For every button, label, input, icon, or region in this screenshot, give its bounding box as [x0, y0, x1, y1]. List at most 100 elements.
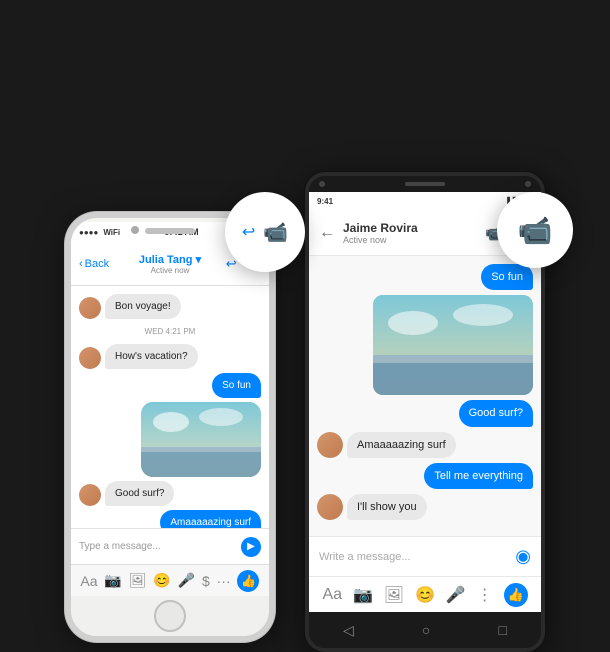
mic-icon[interactable]: 🎤 [178, 572, 195, 589]
iphone-nav-center: Julia Tang ▾ Active now [139, 253, 201, 275]
android-input-placeholder[interactable]: Write a message... [319, 551, 509, 563]
android-sensor [525, 181, 531, 187]
signal-icon: ●●●● [79, 228, 98, 237]
android-toolbar: Aa 📷 🖼 😊 🎤 ⋮ 👍 [309, 576, 541, 612]
iphone-wrapper: ●●●● WiFi 9:41 AM ‹ Back [65, 212, 275, 642]
message-row: I'll show you [317, 494, 533, 520]
image-bubble [373, 295, 533, 395]
video-call-bubble-android[interactable]: 📹 [497, 192, 573, 268]
iphone-chat-area: Bon voyage! WED 4:21 PM How's vacation? … [71, 286, 269, 528]
more-icon[interactable]: ··· [217, 573, 231, 589]
iphone-active-status: Active now [139, 266, 201, 275]
avatar [79, 297, 101, 319]
message-bubble: Amaaaaazing surf [347, 432, 456, 458]
iphone-speaker [145, 228, 195, 234]
contact-avatar [79, 347, 101, 369]
iphone-camera-dot [131, 226, 139, 234]
android-time: 9:41 [317, 197, 333, 206]
message-bubble: How's vacation? [105, 344, 198, 369]
contact-avatar [317, 432, 343, 458]
payment-icon[interactable]: $ [202, 573, 210, 589]
iphone-input-placeholder[interactable]: Type a message... [79, 541, 237, 552]
image-bubble [141, 402, 261, 477]
android-emoji-icon[interactable]: 😊 [415, 585, 435, 605]
message-bubble: So fun [481, 264, 533, 290]
android-mic-icon[interactable]: 🎤 [446, 585, 466, 605]
android-gallery-icon[interactable]: 🖼 [384, 585, 404, 605]
like-button[interactable]: 👍 [237, 570, 259, 592]
message-bubble: I'll show you [347, 494, 427, 520]
message-bubble: Good surf? [459, 400, 533, 426]
android-top-bar [309, 176, 541, 192]
contact-avatar [79, 484, 101, 506]
android-speaker [405, 182, 445, 186]
dropdown-icon: ▾ [196, 254, 202, 266]
message-row-right: So fun [79, 373, 261, 398]
contact-avatar [79, 297, 101, 319]
iphone-home-bar [71, 596, 269, 636]
scene: ●●●● WiFi 9:41 AM ‹ Back [0, 0, 610, 652]
android-recent-nav-icon[interactable]: □ [498, 622, 506, 638]
android-like-button[interactable]: 👍 [504, 583, 528, 607]
video-call-bubble-iphone[interactable]: ↩ 📹 [225, 192, 305, 272]
iphone-input-bar: Type a message... ▶ [71, 528, 269, 564]
avatar [317, 432, 343, 458]
message-row-right: Good surf? [317, 400, 533, 426]
message-row-right: So fun [317, 264, 533, 290]
message-row-right: Tell me everything [317, 463, 533, 489]
iphone-device: ●●●● WiFi 9:41 AM ‹ Back [65, 212, 275, 642]
android-back-nav-icon[interactable]: ◁ [343, 622, 354, 639]
back-label: Back [85, 258, 109, 270]
contact-avatar [317, 494, 343, 520]
message-bubble: Amaaaaazing surf [160, 510, 261, 528]
message-row: Amaaaaazing surf [317, 432, 533, 458]
beach-image [141, 402, 261, 477]
android-more-icon[interactable]: ⋮ [477, 585, 493, 605]
android-text-format-icon[interactable]: Aa [322, 586, 342, 604]
wifi-icon: WiFi [103, 228, 120, 237]
iphone-toolbar: Aa 📷 🖼 😊 🎤 $ ··· 👍 [71, 564, 269, 596]
message-bubble: So fun [212, 373, 261, 398]
image-message-row [317, 295, 533, 395]
camera-icon[interactable]: 📷 [104, 572, 121, 589]
iphone-screen: ●●●● WiFi 9:41 AM ‹ Back [71, 222, 269, 596]
message-row-right: Amaaaaazing surf [79, 510, 261, 528]
gallery-icon[interactable]: 🖼 [129, 572, 147, 589]
message-bubble: Bon voyage! [105, 294, 181, 319]
beach-image-android [373, 295, 533, 395]
android-input-bar: Write a message... ◉ [309, 536, 541, 576]
avatar [79, 484, 101, 506]
android-video-camera-icon: 📹 [518, 214, 553, 247]
iphone-contact-name[interactable]: Julia Tang ▾ [139, 253, 201, 266]
home-button[interactable] [154, 600, 186, 632]
video-camera-icon: 📹 [263, 220, 288, 245]
chevron-left-icon: ‹ [79, 258, 83, 270]
android-active-status: Active now [343, 235, 477, 245]
message-bubble: Tell me everything [424, 463, 533, 489]
android-wrapper: 9:41 ▌▌▌ ▓ ← Jaime Rovira Active now 📹 [305, 172, 545, 652]
video-icons: ↩ 📹 [242, 220, 288, 245]
message-row: Good surf? [79, 481, 261, 506]
android-home-nav-icon[interactable]: ○ [422, 622, 430, 638]
message-row: How's vacation? [79, 344, 261, 369]
android-bottom-nav: ◁ ○ □ [309, 612, 541, 648]
avatar [79, 347, 101, 369]
phone-rotate-icon: ↩ [242, 222, 255, 242]
emoji-icon[interactable]: 😊 [153, 572, 170, 589]
android-nav-info: Jaime Rovira Active now [343, 221, 477, 245]
send-button[interactable]: ▶ [241, 537, 261, 557]
text-format-icon[interactable]: Aa [80, 573, 97, 589]
android-contact-name: Jaime Rovira [343, 221, 477, 235]
android-camera-icon[interactable]: 📷 [353, 585, 373, 605]
android-chat-area: So fun [309, 256, 541, 536]
message-bubble: Good surf? [105, 481, 174, 506]
iphone-status-left: ●●●● WiFi [79, 228, 120, 237]
date-label: WED 4:21 PM [79, 327, 261, 336]
message-row: Bon voyage! [79, 294, 261, 319]
image-message-row [79, 402, 261, 477]
avatar [317, 494, 343, 520]
android-camera [319, 181, 325, 187]
android-back-button[interactable]: ← [319, 224, 335, 242]
iphone-back-button[interactable]: ‹ Back [79, 258, 109, 270]
android-send-icon[interactable]: ◉ [515, 546, 531, 567]
